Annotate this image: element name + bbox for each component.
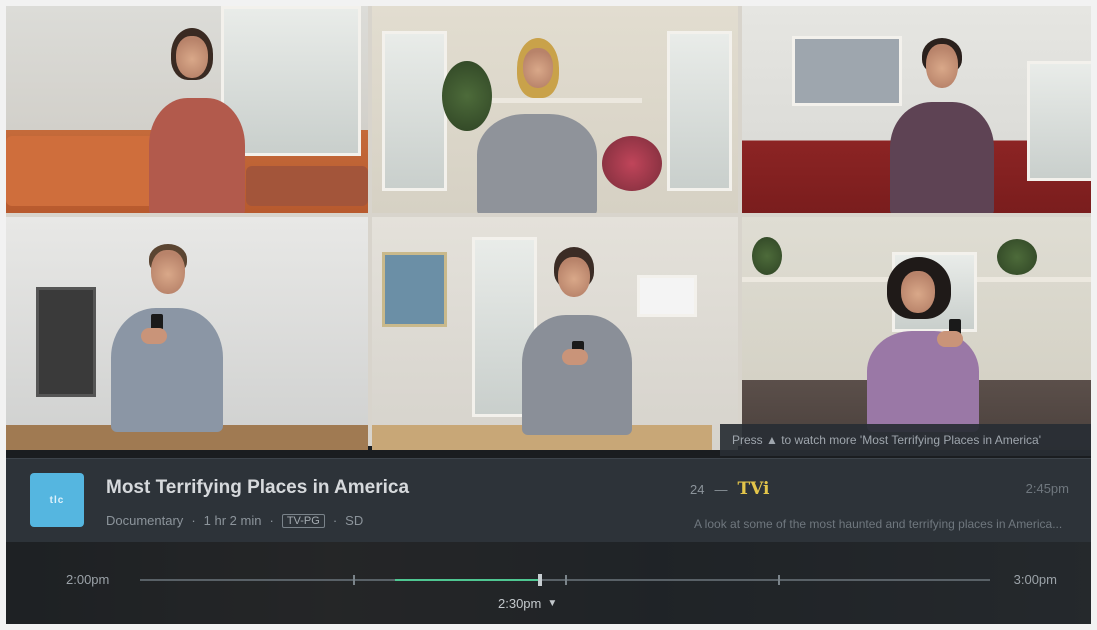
program-description: A look at some of the most haunted and t… — [694, 517, 1063, 531]
table — [246, 166, 368, 206]
window — [667, 31, 732, 191]
tv-screen: Press ▲ to watch more 'Most Terrifying P… — [6, 6, 1091, 624]
participant-person — [857, 257, 987, 432]
playback-progress-area: 2:00pm 3:00pm 2:30pm ▼ — [6, 542, 1091, 624]
progress-marker — [352, 575, 355, 585]
participant-person — [467, 36, 607, 213]
program-duration: 1 hr 2 min — [203, 513, 262, 528]
current-time-label: 2:30pm — [498, 596, 542, 611]
app-icon-label: tlc — [49, 494, 65, 506]
participant-tile-1[interactable] — [6, 6, 368, 213]
meta-separator: · — [269, 513, 274, 528]
participant-person — [141, 26, 251, 213]
video-call-grid — [6, 6, 1091, 450]
participant-tile-2[interactable] — [372, 6, 738, 213]
meta-separator: · — [191, 513, 196, 528]
channel-number: 24 — [690, 481, 705, 497]
channel-logo: TVi — [737, 479, 770, 499]
program-end-time: 2:45pm — [1025, 481, 1069, 496]
watch-more-hint-text: Press ▲ to watch more 'Most Terrifying P… — [732, 433, 1042, 447]
program-meta: Documentary · 1 hr 2 min · TV-PG · SD — [106, 513, 363, 528]
participant-person — [101, 242, 231, 432]
painting — [382, 252, 447, 327]
progress-fill — [395, 579, 540, 581]
flowers — [602, 136, 662, 191]
participant-tile-4[interactable] — [6, 217, 368, 450]
channel-app-icon[interactable]: tlc — [30, 473, 84, 527]
channel-separator: — — [714, 481, 728, 497]
progress-marker — [777, 575, 780, 585]
current-time: 2:30pm ▼ — [498, 596, 557, 611]
sofa — [6, 136, 156, 206]
program-format: SD — [345, 513, 364, 528]
start-time: 2:00pm — [66, 572, 110, 587]
channel-info: 24 — TVi — [690, 479, 769, 499]
progress-track[interactable] — [140, 574, 990, 586]
participant-tile-3[interactable] — [742, 6, 1091, 213]
program-title: Most Terrifying Places in America — [106, 477, 410, 498]
progress-scrubber[interactable] — [537, 574, 542, 586]
participant-tile-5[interactable] — [372, 217, 738, 450]
chevron-down-icon[interactable]: ▼ — [547, 598, 557, 609]
participant-person — [512, 245, 642, 435]
window — [382, 31, 447, 191]
picture-frame — [637, 275, 697, 317]
progress-marker — [565, 575, 567, 585]
participant-tile-6[interactable] — [742, 217, 1091, 450]
oven — [36, 287, 96, 397]
watch-more-hint: Press ▲ to watch more 'Most Terrifying P… — [720, 424, 1091, 456]
plant — [997, 239, 1037, 275]
meta-separator: · — [332, 513, 338, 528]
participant-person — [882, 36, 1002, 213]
plant — [752, 237, 782, 275]
program-genre: Documentary — [106, 513, 184, 528]
rating-badge: TV-PG — [281, 513, 325, 528]
end-time: 3:00pm — [1013, 572, 1057, 587]
program-info-bar: tlc Most Terrifying Places in America Do… — [6, 458, 1091, 542]
window — [1027, 61, 1091, 181]
